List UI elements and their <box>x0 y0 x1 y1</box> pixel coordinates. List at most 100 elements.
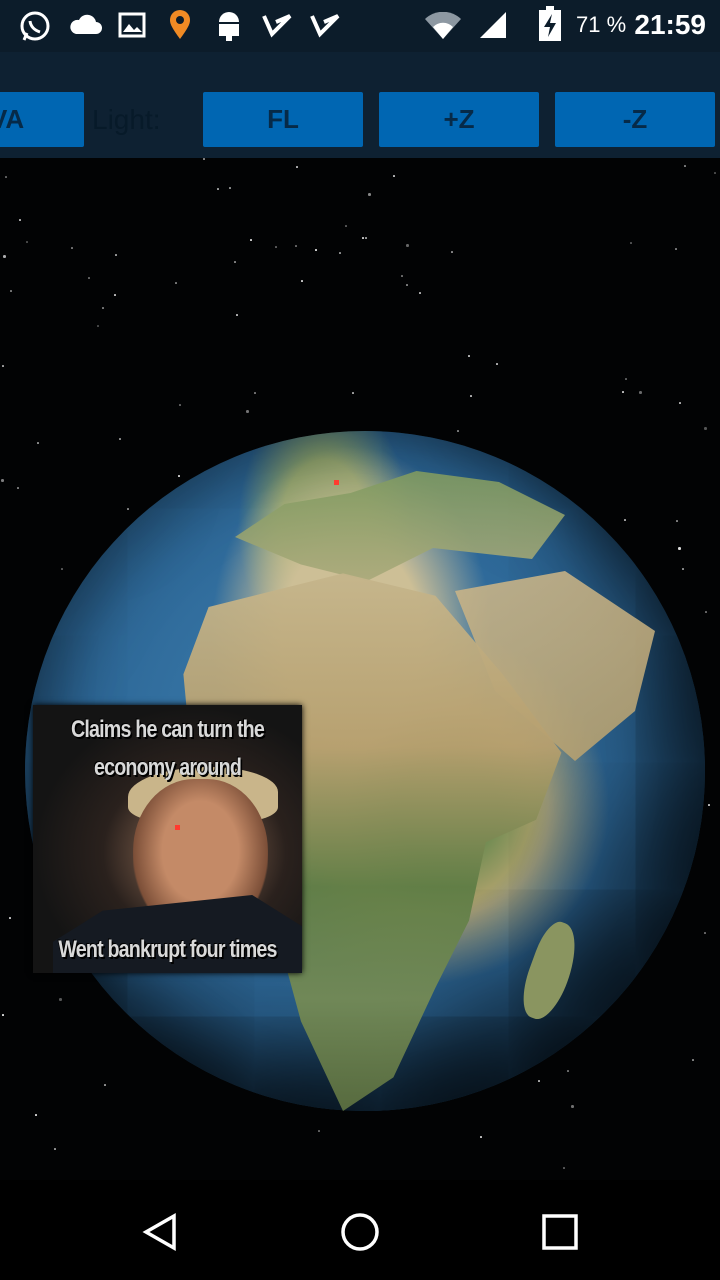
star <box>35 1114 37 1116</box>
star <box>175 282 177 284</box>
star <box>229 187 231 189</box>
star <box>625 378 627 380</box>
star <box>406 244 409 247</box>
minus-z-button[interactable]: -Z <box>555 92 715 147</box>
star <box>2 1014 4 1016</box>
star <box>393 175 395 177</box>
wifi-icon <box>425 12 461 39</box>
light-label: Light: <box>92 104 161 135</box>
recents-square-icon[interactable] <box>540 1212 580 1252</box>
star <box>563 1167 565 1169</box>
whatsapp-icon <box>20 11 50 41</box>
star <box>692 1059 694 1061</box>
star <box>254 392 256 394</box>
plus-z-button[interactable]: +Z <box>379 92 539 147</box>
star <box>301 280 303 282</box>
star <box>9 917 11 919</box>
star <box>178 475 180 477</box>
star <box>480 1136 482 1138</box>
clock-time: 21:59 <box>634 9 706 40</box>
location-pin-icon <box>170 10 190 39</box>
star <box>127 508 129 510</box>
star <box>59 998 62 1001</box>
star <box>365 237 367 239</box>
star <box>19 219 21 221</box>
star <box>368 193 371 196</box>
va-button-label: VA <box>0 104 25 134</box>
va-button[interactable]: VA <box>0 92 84 147</box>
status-bar: 71 % 21:59 <box>0 0 720 52</box>
check-tick-icon <box>310 14 340 38</box>
star <box>2 365 4 367</box>
star <box>704 932 706 934</box>
star <box>470 395 472 397</box>
cloud-icon <box>70 14 102 34</box>
image-icon <box>118 12 146 38</box>
home-circle-icon[interactable] <box>340 1212 380 1252</box>
star <box>61 568 63 570</box>
star <box>17 487 19 489</box>
star <box>675 248 677 250</box>
fl-button[interactable]: FL <box>203 92 363 147</box>
star <box>217 188 219 190</box>
star <box>97 325 99 327</box>
star <box>678 547 681 550</box>
marker-dot <box>334 480 339 485</box>
battery-percent: 71 % <box>576 12 627 37</box>
meme-top-text: Claims he can turn the economy around <box>70 716 265 781</box>
star <box>567 1070 569 1072</box>
star <box>708 804 710 806</box>
star <box>622 391 624 393</box>
star <box>406 284 408 286</box>
star <box>345 225 347 227</box>
star <box>295 245 297 247</box>
check-tick-icon <box>262 14 292 38</box>
star <box>639 391 642 394</box>
star <box>26 241 28 243</box>
star <box>318 1130 320 1132</box>
star <box>496 363 498 365</box>
control-toolbar: VA Light: FL +Z -Z <box>0 52 720 158</box>
signal-icon <box>480 12 506 38</box>
star <box>234 261 236 263</box>
meme-bottom-text: Went bankrupt four times <box>58 936 277 963</box>
star <box>250 239 252 241</box>
star <box>315 249 317 251</box>
star <box>468 355 470 357</box>
star <box>679 402 681 404</box>
star <box>37 442 39 444</box>
globe-viewport[interactable]: Claims he can turn the economy around We… <box>0 158 720 1180</box>
star <box>296 166 298 168</box>
navigation-bar <box>0 1180 720 1280</box>
star <box>451 251 453 253</box>
star <box>339 252 341 254</box>
star <box>457 430 459 432</box>
star <box>88 277 90 279</box>
battery-charging-icon <box>539 6 561 41</box>
star <box>401 275 403 277</box>
star <box>236 314 238 316</box>
star <box>705 611 707 613</box>
star <box>10 290 12 292</box>
star <box>71 247 73 249</box>
star <box>54 1148 56 1150</box>
star <box>362 237 364 239</box>
star <box>246 410 249 413</box>
android-icon <box>219 12 239 41</box>
madagascar-landmass <box>514 917 586 1025</box>
meme-image-overlay[interactable]: Claims he can turn the economy around We… <box>33 705 302 973</box>
star <box>114 294 116 296</box>
star <box>571 1105 574 1108</box>
star <box>630 242 632 244</box>
back-triangle-icon[interactable] <box>140 1212 180 1252</box>
star <box>624 519 626 521</box>
star <box>1 479 4 482</box>
star <box>102 307 104 309</box>
meme-marker-dot <box>175 825 180 830</box>
star <box>115 254 117 256</box>
star <box>179 404 181 406</box>
star <box>275 246 277 248</box>
star <box>352 392 354 394</box>
star <box>676 520 678 522</box>
star <box>684 165 686 167</box>
